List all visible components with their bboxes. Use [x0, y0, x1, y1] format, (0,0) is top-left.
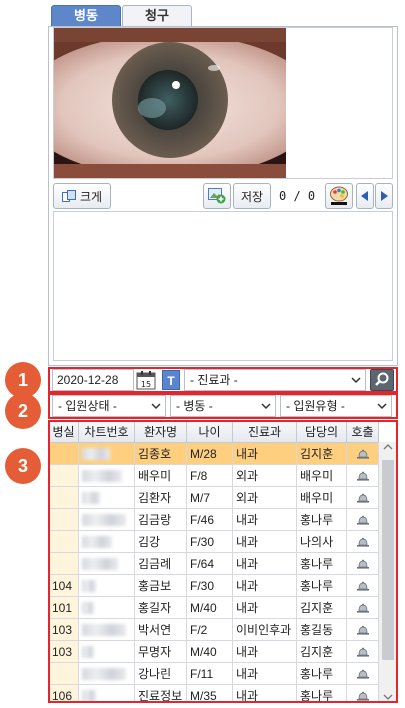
- tab-bar: 병동 청구: [51, 5, 192, 27]
- add-image-button[interactable]: [203, 183, 231, 209]
- image-panel: 크게 저장 0 / 0: [48, 26, 398, 366]
- chevron-down-icon: [377, 403, 387, 410]
- filter-row-admission: - 입원상태 - - 병동 - - 입원유형 -: [48, 394, 398, 418]
- save-button[interactable]: 저장: [233, 183, 271, 209]
- palette-icon: [330, 186, 348, 205]
- tab-billing[interactable]: 청구: [122, 5, 192, 27]
- photo-viewer: [53, 27, 393, 179]
- arrow-right-icon: [381, 191, 388, 201]
- previous-image-button[interactable]: [356, 183, 374, 209]
- department-select-value: - 진료과 -: [190, 373, 238, 387]
- search-icon: [375, 372, 389, 386]
- ward-select-value: - 병동 -: [176, 399, 213, 413]
- chevron-down-icon: [261, 403, 271, 410]
- filter-row-date-dept: 2020-12-28 15 T - 진료과 -: [48, 368, 398, 392]
- chevron-down-icon: [351, 377, 361, 384]
- tab-ward[interactable]: 병동: [51, 5, 121, 27]
- today-button[interactable]: T: [162, 370, 180, 390]
- admission-type-value: - 입원유형 -: [286, 399, 345, 413]
- memo-area[interactable]: [53, 211, 393, 361]
- image-counter: 0 / 0: [279, 189, 316, 203]
- next-image-button[interactable]: [375, 183, 393, 209]
- department-select[interactable]: - 진료과 -: [184, 369, 366, 391]
- svg-text:15: 15: [141, 380, 151, 389]
- add-image-icon: [208, 188, 226, 204]
- palette-button[interactable]: [325, 183, 353, 209]
- callout-badge-3: 3: [5, 448, 41, 484]
- search-button[interactable]: [370, 369, 394, 391]
- arrow-left-icon: [361, 191, 368, 201]
- calendar-icon[interactable]: 15: [136, 370, 156, 390]
- admission-type-select[interactable]: - 입원유형 -: [280, 395, 392, 417]
- admission-status-value: - 입원상태 -: [58, 399, 117, 413]
- admission-status-select[interactable]: - 입원상태 -: [52, 395, 166, 417]
- chevron-down-icon: [151, 403, 161, 410]
- enlarge-icon: [61, 190, 76, 202]
- image-toolbar: 크게 저장 0 / 0: [53, 181, 393, 211]
- highlight-box-3: [48, 420, 398, 703]
- date-field[interactable]: 2020-12-28: [52, 369, 134, 391]
- ward-select[interactable]: - 병동 -: [170, 395, 276, 417]
- callout-badge-2: 2: [5, 393, 41, 429]
- enlarge-button[interactable]: 크게: [53, 183, 111, 209]
- eye-photo[interactable]: [54, 28, 286, 178]
- enlarge-label: 크게: [79, 189, 103, 204]
